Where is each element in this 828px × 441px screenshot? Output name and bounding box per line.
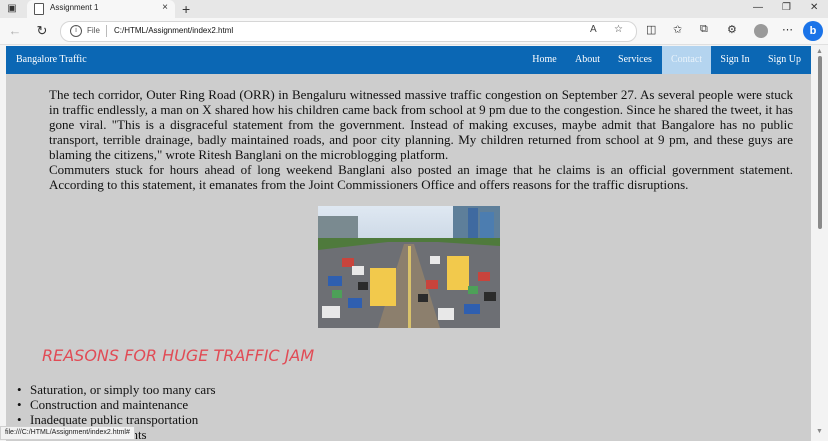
close-tab-icon[interactable]: × (162, 2, 168, 13)
traffic-photo-illustration (318, 206, 500, 328)
nav-about-link[interactable]: About (570, 46, 605, 74)
scrollbar-thumb[interactable] (818, 56, 822, 229)
nav-services-link[interactable]: Services (615, 46, 655, 74)
address-bar[interactable]: i File C:/HTML/Assignment/index2.html A … (60, 21, 637, 42)
scroll-down-icon[interactable]: ▼ (816, 428, 823, 435)
address-divider (106, 25, 107, 37)
article-paragraph-1: The tech corridor, Outer Ring Road (ORR)… (49, 87, 793, 162)
section-heading: REASONS FOR HUGE TRAFFIC JAM (42, 346, 315, 365)
extensions-icon[interactable]: ⚙ (727, 23, 737, 36)
refresh-icon[interactable]: ↻ (33, 22, 51, 40)
more-menu-icon[interactable]: ⋯ (782, 23, 793, 36)
profile-avatar[interactable] (754, 24, 768, 38)
reason-list-item: Construction and maintenance (17, 397, 216, 412)
article-paragraph-2: Commuters stuck for hours ahead of long … (49, 162, 793, 192)
back-icon[interactable]: ← (6, 22, 24, 40)
reason-list-item: Inadequate public transportation (17, 412, 216, 427)
article-body: The tech corridor, Outer Ring Road (ORR)… (49, 87, 793, 192)
nav-sign-in-link[interactable]: Sign In (717, 46, 753, 74)
favorite-star-icon[interactable]: ☆ (614, 24, 623, 35)
traffic-jam-photo (318, 206, 500, 328)
favorites-icon[interactable]: ✩ (673, 23, 682, 36)
split-screen-icon[interactable]: ◫ (646, 23, 656, 36)
browser-toolbar: ← ↻ i File C:/HTML/Assignment/index2.htm… (0, 18, 828, 45)
address-url[interactable]: C:/HTML/Assignment/index2.html (114, 26, 233, 35)
page-scrollbar[interactable]: ▲ ▼ (812, 46, 828, 441)
close-window-icon[interactable]: ✕ (810, 2, 818, 13)
site-navbar: Bangalore Traffic Home About Services Co… (6, 46, 811, 74)
browser-tab[interactable]: Assignment 1 × (27, 0, 175, 18)
minimize-icon[interactable]: — (753, 2, 763, 13)
status-bar-url: file:///C:/HTML/Assignment/index2.html# (0, 426, 135, 440)
browser-tab-bar: ▣ Assignment 1 × + — ❐ ✕ (0, 0, 828, 18)
page-viewport: Bangalore Traffic Home About Services Co… (6, 46, 811, 441)
nav-home-link[interactable]: Home (527, 46, 562, 74)
new-tab-button[interactable]: + (182, 1, 190, 17)
reason-list-item: Saturation, or simply too many cars (17, 382, 216, 397)
nav-sign-up-link[interactable]: Sign Up (764, 46, 805, 74)
collections-icon[interactable]: ⧉ (700, 23, 708, 36)
nav-contact-link[interactable]: Contact (662, 46, 711, 74)
site-brand[interactable]: Bangalore Traffic (16, 54, 87, 65)
tab-title: Assignment 1 (50, 3, 99, 12)
restore-icon[interactable]: ❐ (782, 2, 791, 13)
read-aloud-icon[interactable]: A (590, 24, 597, 35)
tab-actions-icon[interactable]: ▣ (6, 3, 18, 15)
bing-copilot-icon[interactable]: b (803, 21, 823, 41)
address-protocol: File (87, 26, 100, 35)
scroll-up-icon[interactable]: ▲ (816, 48, 823, 55)
page-icon (34, 3, 44, 15)
info-icon[interactable]: i (70, 25, 82, 37)
